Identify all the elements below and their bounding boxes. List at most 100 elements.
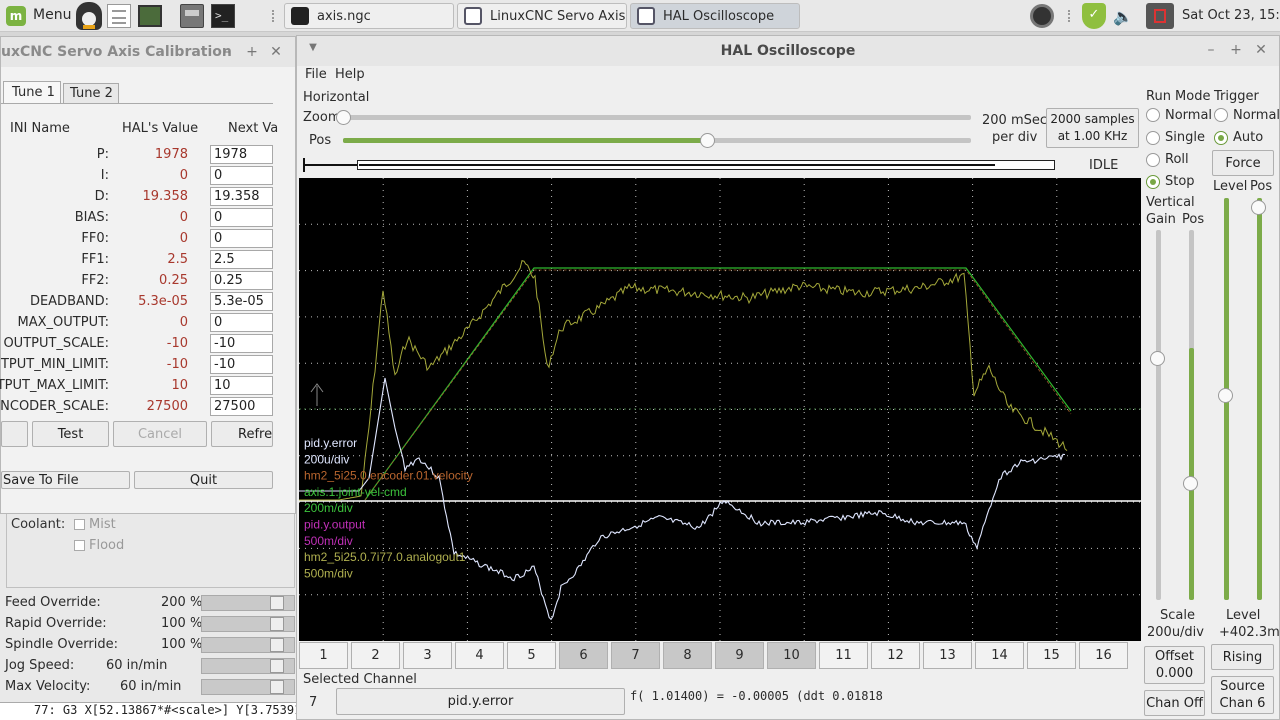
param-next-value-input[interactable]: -10 [210, 334, 273, 353]
legend-label: pid.y.output [304, 518, 366, 532]
refresh-button[interactable]: Refres [211, 421, 273, 447]
trigger-level-slider[interactable] [1218, 198, 1233, 600]
clock[interactable]: Sat Oct 23, 15:01 [1182, 8, 1280, 23]
axis-app-icon [291, 7, 309, 25]
override-slider[interactable] [201, 637, 295, 653]
mist-checkbox[interactable] [74, 519, 85, 530]
close-icon[interactable]: ✕ [1253, 42, 1269, 58]
gain-slider[interactable] [1150, 230, 1165, 600]
param-next-value-input[interactable]: -10 [210, 355, 273, 374]
monitor-icon[interactable] [138, 5, 162, 27]
override-slider[interactable] [201, 658, 295, 674]
channel-button-1[interactable]: 1 [299, 642, 348, 669]
menu-file[interactable]: File [305, 67, 327, 82]
channel-button-7[interactable]: 7 [611, 642, 660, 669]
pos-knob[interactable] [700, 133, 716, 148]
param-next-value-input[interactable]: 0 [210, 208, 273, 227]
zoom-slider[interactable] [336, 110, 971, 125]
channel-button-3[interactable]: 3 [403, 642, 452, 669]
channel-button-11[interactable]: 11 [819, 642, 868, 669]
channel-button-9[interactable]: 9 [715, 642, 764, 669]
chan-off-button[interactable]: Chan Off [1144, 690, 1205, 716]
run-mode-single-radio[interactable] [1146, 131, 1160, 145]
test-button[interactable]: Test [32, 421, 109, 447]
maximize-icon[interactable]: + [244, 44, 260, 60]
pos-slider[interactable] [343, 133, 971, 148]
trigger-auto-radio[interactable] [1214, 131, 1228, 145]
camera-icon[interactable] [1030, 4, 1054, 28]
channel-button-8[interactable]: 8 [663, 642, 712, 669]
trigger-pos-slider[interactable] [1251, 198, 1266, 600]
param-next-value-input[interactable]: 1978 [210, 145, 273, 164]
channel-button-14[interactable]: 14 [975, 642, 1024, 669]
volume-icon[interactable]: 🔈 [1113, 7, 1133, 26]
cancel-button[interactable]: Cancel [113, 421, 207, 447]
channel-button-6[interactable]: 6 [559, 642, 608, 669]
terminal-icon[interactable]: >_ [211, 4, 235, 28]
override-slider[interactable] [201, 679, 295, 695]
param-next-value-input[interactable]: 0 [210, 166, 273, 185]
apply-button[interactable] [1, 421, 28, 447]
flood-checkbox[interactable] [74, 540, 85, 551]
menu-button[interactable]: Menu [33, 7, 71, 23]
window-icon[interactable] [180, 4, 204, 28]
tab-tune-1[interactable]: Tune 1 [3, 81, 61, 103]
param-next-value-input[interactable]: 27500 [210, 397, 273, 416]
selected-channel-button[interactable]: pid.y.error [336, 688, 625, 715]
menu-help[interactable]: Help [335, 67, 365, 82]
trigger-pos-fill [1257, 198, 1262, 600]
samples-button[interactable]: 2000 samples at 1.00 KHz [1046, 108, 1139, 148]
trigger-normal-radio[interactable] [1214, 108, 1228, 122]
channel-button-10[interactable]: 10 [767, 642, 816, 669]
param-next-value-input[interactable]: 0 [210, 229, 273, 248]
channel-button-5[interactable]: 5 [507, 642, 556, 669]
gcode-view[interactable]: 77: G3 X[52.13867*#<scale>] Y[3.75391 [0, 702, 297, 720]
force-button[interactable]: Force [1212, 150, 1274, 176]
zoom-knob[interactable] [336, 110, 351, 125]
run-mode-normal-radio[interactable] [1146, 108, 1160, 122]
gain-knob[interactable] [1150, 351, 1165, 366]
maximize-icon[interactable]: + [1228, 42, 1244, 58]
param-next-value-input[interactable]: 10 [210, 376, 273, 395]
window-menu-icon[interactable]: ▼ [305, 42, 321, 53]
save-to-file-button[interactable]: Save To File [1, 471, 130, 489]
network-icon[interactable] [1146, 3, 1174, 29]
task-hal-oscilloscope[interactable]: HAL Oscilloscope [630, 3, 800, 29]
param-next-value-input[interactable]: 2.5 [210, 250, 273, 269]
record-position-bar[interactable] [303, 158, 1055, 172]
override-slider[interactable] [201, 616, 295, 632]
param-next-value-input[interactable]: 0.25 [210, 271, 273, 290]
channel-button-12[interactable]: 12 [871, 642, 920, 669]
channel-button-4[interactable]: 4 [455, 642, 504, 669]
trigger-pos-knob[interactable] [1251, 200, 1266, 215]
update-shield-icon[interactable]: ✓ [1082, 3, 1106, 29]
tux-icon[interactable] [76, 2, 102, 30]
channel-button-2[interactable]: 2 [351, 642, 400, 669]
param-next-value-input[interactable]: 0 [210, 313, 273, 332]
close-icon[interactable]: ✕ [268, 44, 284, 60]
param-next-value-input[interactable]: 5.3e-05 [210, 292, 273, 311]
override-slider[interactable] [201, 595, 295, 611]
minimize-icon[interactable]: – [219, 44, 235, 60]
rising-button[interactable]: Rising [1211, 644, 1274, 670]
scope-display[interactable]: pid.y.error 200u/div hm2_5i25.0.encoder.01… [299, 178, 1141, 641]
channel-button-16[interactable]: 16 [1079, 642, 1128, 669]
tab-tune-2[interactable]: Tune 2 [63, 83, 119, 103]
channel-button-15[interactable]: 15 [1027, 642, 1076, 669]
text-editor-icon[interactable] [107, 4, 131, 28]
minimize-icon[interactable]: – [1203, 42, 1219, 58]
run-mode-stop-radio[interactable] [1146, 175, 1160, 189]
channel-button-13[interactable]: 13 [923, 642, 972, 669]
scope-titlebar[interactable]: HAL Oscilloscope [297, 36, 1279, 66]
run-mode-roll-radio[interactable] [1146, 153, 1160, 167]
trigger-level-knob[interactable] [1218, 388, 1233, 403]
source-button[interactable]: Source Chan 6 [1211, 676, 1274, 714]
quit-button[interactable]: Quit [134, 471, 273, 489]
param-next-value-input[interactable]: 19.358 [210, 187, 273, 206]
task-axis[interactable]: axis.ngc [284, 3, 454, 29]
vertical-pos-slider[interactable] [1183, 230, 1198, 600]
mint-logo-icon[interactable]: m [6, 6, 26, 26]
vertical-pos-knob[interactable] [1183, 476, 1198, 491]
offset-button[interactable]: Offset 0.000 [1144, 646, 1205, 684]
task-calibration[interactable]: LinuxCNC Servo Axis ... [457, 3, 627, 29]
